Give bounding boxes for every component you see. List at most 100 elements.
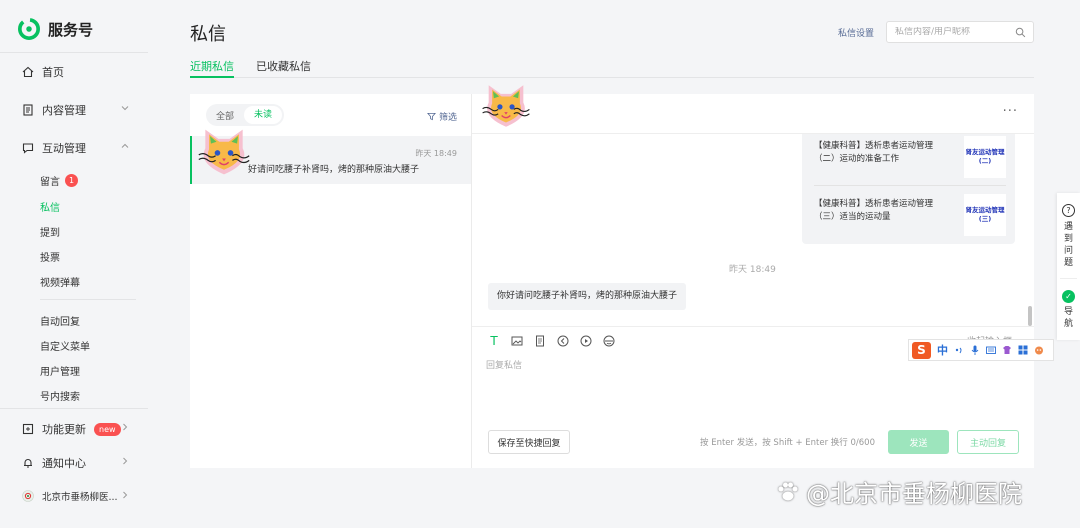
message-settings-link[interactable]: 私信设置	[838, 26, 874, 39]
article-item[interactable]: 【健康科普】透析患者运动管理（二）运动的准备工作 肾友运动管理(二)	[814, 136, 1006, 182]
video-icon[interactable]	[580, 335, 592, 347]
search-icon[interactable]	[1015, 27, 1026, 38]
sidebar-sub-users[interactable]: 用户管理	[40, 363, 80, 378]
service-account-logo	[18, 18, 40, 40]
article-thumbnail: 肾友运动管理(二)	[964, 136, 1006, 178]
chevron-down-icon	[120, 102, 130, 114]
save-quick-reply-button[interactable]: 保存至快捷回复	[488, 430, 570, 454]
sub-item-label: 自动回复	[40, 317, 80, 328]
mascot-icon[interactable]	[1034, 345, 1044, 355]
tab-starred-messages[interactable]: 已收藏私信	[256, 58, 311, 78]
sticker-icon[interactable]	[603, 335, 615, 347]
sub-item-label: 投票	[40, 253, 60, 264]
home-icon	[22, 66, 34, 78]
sidebar-sub-mentions[interactable]: 提到	[40, 224, 60, 239]
sidebar-sub-votes[interactable]: 投票	[40, 249, 60, 264]
cat-avatar	[198, 129, 250, 175]
sidebar-sub-comments[interactable]: 留言 1	[40, 173, 78, 188]
skin-icon[interactable]	[1002, 345, 1012, 355]
sub-item-label: 留言	[40, 177, 60, 188]
chat-icon	[22, 142, 34, 154]
sidebar: 服务号 首页 内容管理 互动管理 留言 1 私信 提到 投票 视频弹幕 自动回复…	[0, 0, 148, 528]
audio-icon[interactable]	[557, 335, 569, 347]
tab-recent-messages[interactable]: 近期私信	[190, 58, 234, 78]
compose-toolbar: T	[488, 334, 615, 348]
filter-all[interactable]: 全部	[206, 109, 244, 122]
sidebar-sub-messages[interactable]: 私信	[40, 199, 60, 214]
sub-item-label: 视频弹幕	[40, 278, 80, 289]
chevron-right-icon	[120, 489, 130, 501]
help-float-panel: ? 遇到问题 ✓ 导航	[1057, 193, 1080, 340]
unread-badge: 1	[65, 174, 78, 187]
sidebar-sub-danmaku[interactable]: 视频弹幕	[40, 274, 80, 289]
reply-input[interactable]	[486, 358, 1016, 418]
microphone-icon[interactable]	[970, 345, 980, 355]
divider	[814, 185, 1006, 186]
watermark-text: @北京市垂杨柳医院	[806, 480, 1022, 508]
text-icon[interactable]: T	[488, 334, 500, 348]
sidebar-item-notifications[interactable]: 通知中心	[22, 455, 130, 471]
sidebar-item-home[interactable]: 首页	[22, 64, 130, 80]
question-icon[interactable]: ?	[1062, 204, 1075, 217]
send-button[interactable]: 发送	[888, 430, 949, 454]
sidebar-item-updates[interactable]: 功能更新 new	[22, 421, 130, 437]
sub-item-label: 私信	[40, 203, 60, 214]
funnel-icon	[427, 112, 436, 121]
conversation-time: 昨天 18:49	[415, 149, 457, 158]
conversation-item[interactable]: 昨天 18:49 好请问吃腰子补肾吗，烤的那种原油大腰子	[190, 129, 471, 184]
chevron-right-icon	[120, 455, 130, 467]
divider	[40, 299, 136, 300]
guide-label[interactable]: 导航	[1063, 306, 1074, 330]
brand[interactable]: 服务号	[18, 18, 93, 40]
sub-item-label: 用户管理	[40, 367, 80, 378]
read-filter-toggle: 全部 未读	[206, 104, 284, 126]
sidebar-item-label: 通知中心	[42, 457, 86, 470]
brand-name: 服务号	[48, 20, 94, 39]
keyboard-icon[interactable]	[986, 345, 996, 355]
page-title: 私信	[190, 24, 226, 45]
bell-icon	[22, 457, 34, 469]
article-item[interactable]: 【健康科普】透析患者运动管理（三）适当的运动量 肾友运动管理(三)	[814, 194, 1006, 240]
ime-toolbar: S 中	[908, 339, 1054, 361]
filter-button-label: 筛选	[438, 113, 457, 123]
navigation-icon[interactable]: ✓	[1062, 290, 1075, 303]
article-card: 【健康科普】透析患者运动管理（二）运动的准备工作 肾友运动管理(二) 【健康科普…	[802, 134, 1015, 244]
sogou-logo-icon[interactable]: S	[912, 341, 931, 359]
divider	[0, 52, 148, 53]
search-input[interactable]	[895, 27, 1013, 37]
sidebar-item-interaction[interactable]: 互动管理	[22, 140, 130, 156]
sidebar-sub-auto-reply[interactable]: 自动回复	[40, 313, 80, 328]
active-reply-button[interactable]: 主动回复	[957, 430, 1019, 454]
filter-unread[interactable]: 未读	[244, 106, 282, 124]
sidebar-sub-search[interactable]: 号内搜索	[40, 388, 80, 403]
ime-mode[interactable]: 中	[937, 342, 948, 358]
chevron-up-icon	[120, 140, 130, 152]
article-title: 【健康科普】透析患者运动管理（三）适当的运动量	[814, 199, 934, 222]
sub-item-label: 提到	[40, 228, 60, 239]
account-avatar	[22, 490, 34, 502]
conversation-list-panel: 全部 未读 筛选 昨天 18:49 好请问吃腰子补肾吗，烤的那种原油大腰子	[190, 94, 471, 468]
help-label[interactable]: 遇到问题	[1063, 221, 1074, 269]
sidebar-item-account[interactable]: 北京市垂杨柳医...	[22, 489, 130, 503]
divider	[472, 326, 1034, 327]
sidebar-item-label: 互动管理	[42, 142, 86, 155]
article-title: 【健康科普】透析患者运动管理（二）运动的准备工作	[814, 141, 934, 164]
more-options-button[interactable]: ···	[1003, 104, 1018, 119]
sub-item-label: 号内搜索	[40, 392, 80, 403]
filter-button[interactable]: 筛选	[427, 110, 457, 123]
article-icon[interactable]	[534, 335, 546, 347]
toolbox-icon[interactable]	[1018, 345, 1028, 355]
sidebar-item-content[interactable]: 内容管理	[22, 102, 130, 118]
sidebar-item-label: 功能更新	[42, 423, 86, 436]
cat-avatar	[482, 85, 530, 127]
conversation-preview: 好请问吃腰子补肾吗，烤的那种原油大腰子	[248, 165, 420, 175]
article-thumbnail: 肾友运动管理(三)	[964, 194, 1006, 236]
punctuation-icon[interactable]	[954, 345, 964, 355]
chat-panel: ··· 【健康科普】透析患者运动管理（二）运动的准备工作 肾友运动管理(二) 【…	[472, 85, 1034, 468]
sidebar-item-label: 北京市垂杨柳医...	[42, 492, 118, 503]
sidebar-sub-custom-menu[interactable]: 自定义菜单	[40, 338, 90, 353]
search-box	[886, 21, 1034, 43]
image-icon[interactable]	[511, 335, 523, 347]
chevron-right-icon	[120, 421, 130, 433]
scrollbar-thumb[interactable]	[1028, 306, 1032, 326]
